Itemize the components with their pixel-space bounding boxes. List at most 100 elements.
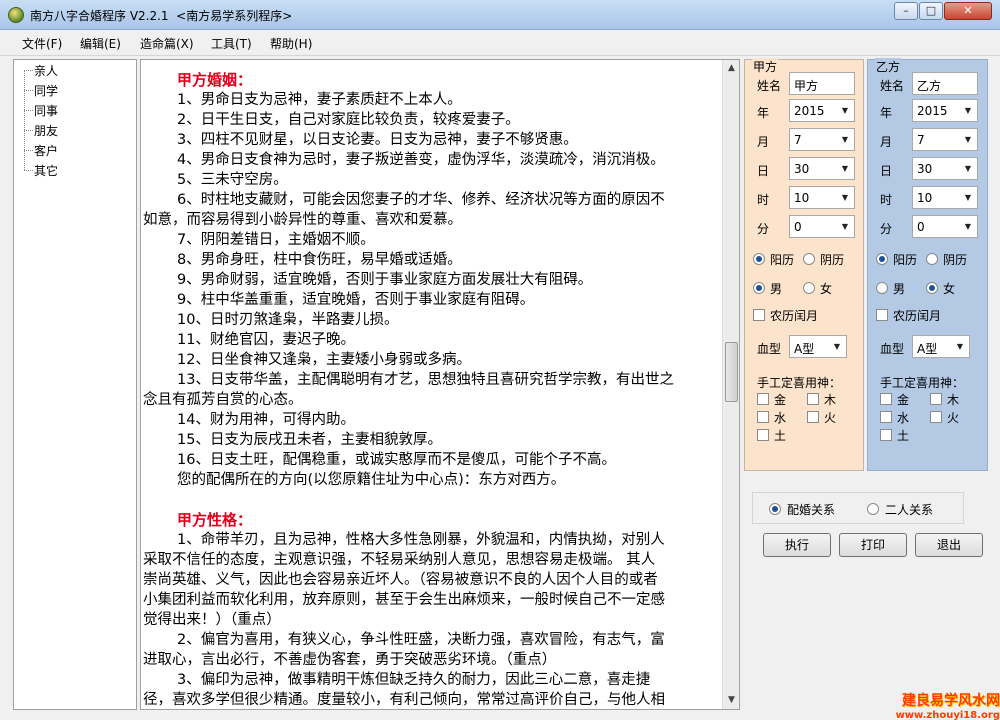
party-a-metal-checkbox[interactable] (757, 393, 769, 405)
tree-item-other[interactable]: 其它 (34, 162, 58, 179)
chevron-down-icon: ▼ (833, 342, 841, 351)
party-a-fire-checkbox[interactable] (807, 411, 819, 423)
vertical-scrollbar[interactable]: ▲ ▼ (722, 60, 739, 709)
tree-item-family[interactable]: 亲人 (34, 62, 58, 79)
scroll-down-icon[interactable]: ▼ (723, 692, 739, 709)
scroll-thumb[interactable] (725, 342, 738, 402)
menu-fate[interactable]: 造命篇(X) (140, 35, 194, 52)
app-logo-icon (8, 7, 24, 23)
menu-help[interactable]: 帮助(H) (270, 35, 312, 52)
chevron-down-icon: ▼ (841, 222, 849, 231)
party-a-minute-select[interactable]: 0 ▼ (789, 215, 855, 238)
party-a-month-select[interactable]: 7 ▼ (789, 128, 855, 151)
hour-label: 时 (880, 193, 893, 207)
party-b-fire-checkbox[interactable] (930, 411, 942, 423)
party-a-leap-checkbox[interactable] (753, 309, 765, 321)
close-button[interactable]: ✕ (944, 2, 992, 20)
solar-label: 阳历 (770, 253, 795, 267)
party-b-solar-radio[interactable] (876, 253, 888, 265)
party-a-water-checkbox[interactable] (757, 411, 769, 423)
party-a-blood-select[interactable]: A型 ▼ (789, 335, 847, 358)
menu-file[interactable]: 文件(F) (22, 35, 62, 52)
month-label: 月 (757, 135, 770, 149)
party-b-year-select[interactable]: 2015 ▼ (912, 99, 978, 122)
party-a-day-select[interactable]: 30 ▼ (789, 157, 855, 180)
party-a-solar-radio[interactable] (753, 253, 765, 265)
party-b-metal-checkbox[interactable] (880, 393, 892, 405)
marriage-item: 10、日时刃煞逢枭，半路妻儿损。 (177, 312, 399, 328)
personality-item: 进取心，言出必行，不善虚伪客套，勇于突破恶劣环境。（重点） (143, 652, 557, 668)
party-b-earth-checkbox[interactable] (880, 429, 892, 441)
party-a-name-input[interactable]: 甲方 (789, 72, 855, 95)
tree-item-friends[interactable]: 朋友 (34, 122, 58, 139)
run-button[interactable]: 执行 (763, 533, 831, 557)
personality-item: 径，喜欢多学但很少精通。度量较小，有利己倾向，常常过高评价自己，与他人相 (143, 692, 665, 708)
tree-line (24, 70, 25, 170)
party-b-wood-checkbox[interactable] (930, 393, 942, 405)
party-a-earth-checkbox[interactable] (757, 429, 769, 441)
male-label: 男 (893, 282, 906, 296)
marriage-section-title: 甲方婚姻： (177, 71, 253, 89)
tree-item-classmates[interactable]: 同学 (34, 82, 58, 99)
year-label: 年 (757, 106, 770, 120)
title-bar: 南方八字合婚程序 V2.2.1 <南方易学系列程序> – □ ✕ (0, 0, 1000, 30)
party-b-blood-select[interactable]: A型 ▼ (912, 335, 970, 358)
menu-tools[interactable]: 工具(T) (211, 35, 252, 52)
tree-item-colleagues[interactable]: 同事 (34, 102, 58, 119)
lunar-label: 阴历 (820, 253, 845, 267)
scroll-up-icon[interactable]: ▲ (723, 60, 739, 77)
party-a-wood-checkbox[interactable] (807, 393, 819, 405)
maximize-button[interactable]: □ (919, 2, 943, 20)
marriage-item: 16、日支土旺，配偶稳重，或诚实憨厚而不是傻瓜，可能个子不高。 (177, 452, 616, 468)
year-label: 年 (880, 106, 893, 120)
party-b-water-checkbox[interactable] (880, 411, 892, 423)
menu-edit[interactable]: 编辑(E) (80, 35, 121, 52)
party-a-minute-value: 0 (794, 220, 802, 234)
print-button[interactable]: 打印 (839, 533, 907, 557)
party-b-leap-checkbox[interactable] (876, 309, 888, 321)
minimize-button[interactable]: – (894, 2, 918, 20)
chevron-down-icon: ▼ (964, 106, 972, 115)
personality-item: 觉得出来！）（重点） (143, 612, 281, 628)
party-b-hour-select[interactable]: 10 ▼ (912, 186, 978, 209)
pair-relation-radio[interactable] (867, 503, 879, 515)
hour-label: 时 (757, 193, 770, 207)
party-a-day-value: 30 (794, 162, 810, 176)
marriage-item: 8、男命身旺，柱中食伤旺，易早婚或适婚。 (177, 252, 462, 268)
minute-label: 分 (757, 222, 770, 236)
party-b-day-select[interactable]: 30 ▼ (912, 157, 978, 180)
marriage-relation-radio[interactable] (769, 503, 781, 515)
party-b-name-input[interactable]: 乙方 (912, 72, 978, 95)
party-b-month-value: 7 (917, 133, 925, 147)
chevron-down-icon: ▼ (841, 164, 849, 173)
marriage-relation-label: 配婚关系 (787, 503, 836, 517)
tree-item-clients[interactable]: 客户 (34, 142, 58, 159)
party-a-hour-select[interactable]: 10 ▼ (789, 186, 855, 209)
party-a-lunar-radio[interactable] (803, 253, 815, 265)
party-b-lunar-radio[interactable] (926, 253, 938, 265)
blood-type-label: 血型 (757, 342, 782, 356)
party-b-minute-value: 0 (917, 220, 925, 234)
party-b-month-select[interactable]: 7 ▼ (912, 128, 978, 151)
marriage-item: 3、四柱不见财星，以日支论妻。日支为忌神，妻子不够贤惠。 (177, 132, 578, 148)
party-a-panel: 甲方 姓名 甲方 年 2015 ▼ 月 7 ▼ 日 30 ▼ 时 10 ▼ 分 0 ▼ 阳… (744, 58, 864, 471)
marriage-item: 5、三未守空房。 (177, 172, 288, 188)
result-text-area[interactable]: 甲方婚姻： 1、男命日支为忌神，妻子素质赶不上本人。 2、日干生日支，自己对家庭… (140, 59, 740, 710)
party-b-male-radio[interactable] (876, 282, 888, 294)
close-icon: ✕ (963, 4, 973, 17)
party-a-year-select[interactable]: 2015 ▼ (789, 99, 855, 122)
party-a-blood-value: A型 (794, 342, 815, 356)
party-b-minute-select[interactable]: 0 ▼ (912, 215, 978, 238)
party-a-male-radio[interactable] (753, 282, 765, 294)
party-a-female-radio[interactable] (803, 282, 815, 294)
party-a-hour-value: 10 (794, 191, 810, 205)
leap-month-label: 农历闰月 (893, 309, 942, 323)
marriage-item: 14、财为用神，可得内助。 (177, 412, 355, 428)
marriage-item: 9、柱中华盖重重，适宜晚婚，否则于事业家庭有阻碍。 (177, 292, 535, 308)
party-a-year-value: 2015 (794, 104, 825, 118)
party-b-hour-value: 10 (917, 191, 933, 205)
element-fire-label: 火 (824, 411, 837, 425)
exit-button[interactable]: 退出 (915, 533, 983, 557)
marriage-item: 您的配偶所在的方向(以您原籍住址为中心点)：东方对西方。 (177, 472, 566, 488)
party-b-female-radio[interactable] (926, 282, 938, 294)
